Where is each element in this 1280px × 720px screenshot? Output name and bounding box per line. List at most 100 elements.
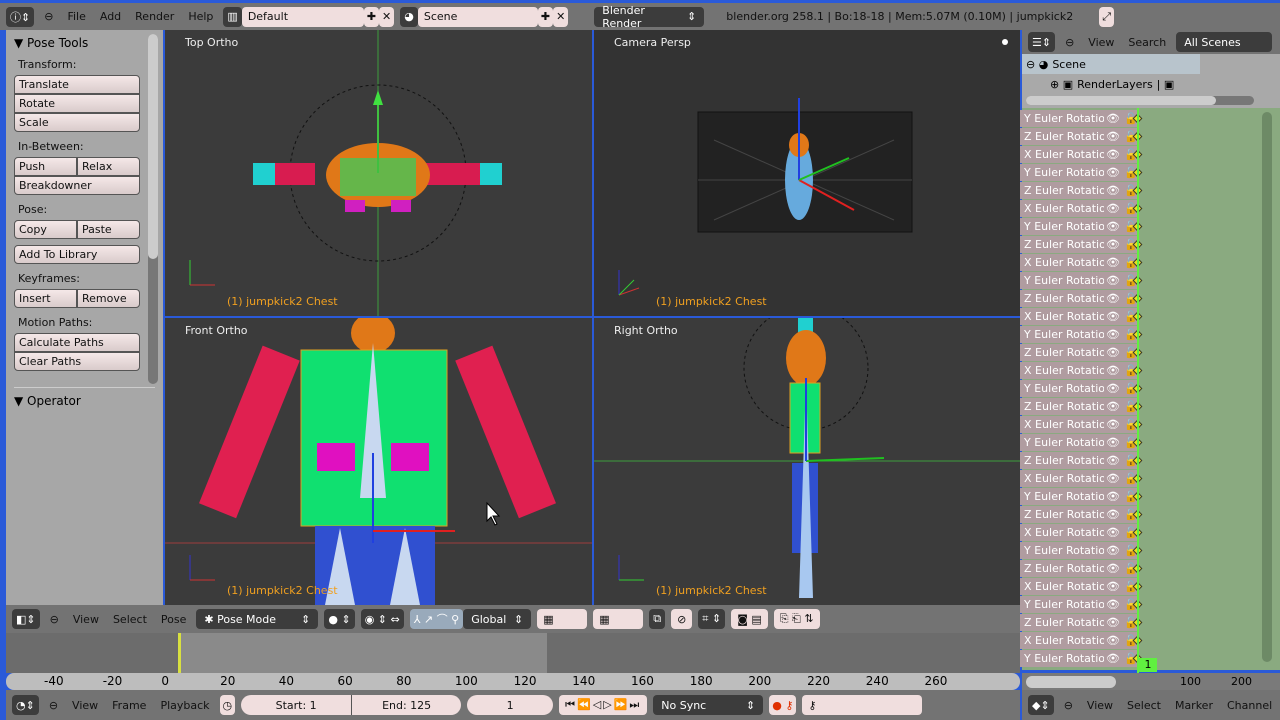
add-to-library-button[interactable]: Add To Library xyxy=(14,245,140,264)
eye-icon[interactable]: 👁 xyxy=(1106,184,1120,197)
orientation-select[interactable]: Global ⇕ xyxy=(463,609,532,629)
outliner-renderlayers-row[interactable]: ⊕ ▣ RenderLayers | ▣ xyxy=(1022,74,1280,94)
pivot-select[interactable]: ◉ ⇕ ⇔ xyxy=(360,609,404,629)
eye-icon[interactable]: 👁 xyxy=(1106,364,1120,377)
scene-icon[interactable]: ◕ xyxy=(400,6,418,27)
lock-layers-icon[interactable]: ⧉ xyxy=(649,609,666,629)
eye-icon[interactable]: 👁 xyxy=(1106,454,1120,467)
layout-icon[interactable]: ▥ xyxy=(223,6,242,27)
dopesheet-vscrollbar[interactable] xyxy=(1262,112,1272,662)
scale-button[interactable]: Scale xyxy=(14,113,140,132)
menu-render[interactable]: Render xyxy=(131,10,178,23)
eye-icon[interactable]: 👁 xyxy=(1106,634,1120,647)
fullscreen-icon[interactable]: ⤢ xyxy=(1099,6,1115,27)
viewport-front[interactable]: Front Ortho (1) jumpkick2 Chest xyxy=(165,318,592,605)
collapse-icon[interactable]: ⊖ xyxy=(1060,699,1077,712)
shading-select[interactable]: ● ⇕ xyxy=(324,609,355,629)
pose-copy-paste-icons[interactable]: ⎘ ⎗ ⇅ xyxy=(773,609,820,629)
menu-playback[interactable]: Playback xyxy=(156,699,213,712)
menu-frame[interactable]: Frame xyxy=(108,699,150,712)
menu-channel[interactable]: Channel xyxy=(1223,699,1276,712)
eye-icon[interactable]: 👁 xyxy=(1106,400,1120,413)
menu-view[interactable]: View xyxy=(69,613,103,626)
eye-icon[interactable]: 👁 xyxy=(1106,220,1120,233)
eye-icon[interactable]: 👁 xyxy=(1106,472,1120,485)
menu-pose[interactable]: Pose xyxy=(157,613,190,626)
outliner-hscrollbar[interactable] xyxy=(1026,96,1254,105)
breakdowner-button[interactable]: Breakdowner xyxy=(14,176,140,195)
channel-row[interactable]: Z Euler Rotatio 👁 🔓 xyxy=(1020,290,1138,307)
dopesheet-editor-icon[interactable]: ◆⇕ xyxy=(1028,695,1054,715)
dopesheet-current-frame-line[interactable] xyxy=(1137,108,1139,673)
channel-row[interactable]: Z Euler Rotatio 👁 🔓 xyxy=(1020,236,1138,253)
viewport-right[interactable]: Right Ortho (1) jumpkick2 Chest xyxy=(594,318,1020,605)
editor-type-icon[interactable]: ◧⇕ xyxy=(12,609,40,629)
channel-row[interactable]: Y Euler Rotatio 👁 🔓 xyxy=(1020,542,1138,559)
preview-range-icon[interactable]: ◷ xyxy=(219,695,236,715)
copy-pose-button[interactable]: Copy xyxy=(14,220,77,239)
channel-row[interactable]: Z Euler Rotatio 👁 🔓 xyxy=(1020,560,1138,577)
layout-add-icon[interactable]: ✚ xyxy=(363,6,380,27)
channel-row[interactable]: Y Euler Rotatio 👁 🔓 xyxy=(1020,596,1138,613)
menu-file[interactable]: File xyxy=(63,10,89,23)
channel-row[interactable]: Y Euler Rotatio 👁 🔓 xyxy=(1020,272,1138,289)
clear-paths-button[interactable]: Clear Paths xyxy=(14,352,140,371)
collapse-icon[interactable]: ⊖ xyxy=(45,699,62,712)
channel-row[interactable]: Y Euler Rotatio 👁 🔓 xyxy=(1020,326,1138,343)
pose-tools-header[interactable]: ▼ Pose Tools xyxy=(14,36,155,50)
remove-keyframe-button[interactable]: Remove xyxy=(77,289,140,308)
channel-row[interactable]: X Euler Rotatio 👁 🔓 xyxy=(1020,578,1138,595)
timeline-ruler[interactable]: -40 -20 0 20 40 60 80 100 120 140 160 180 200 220 240 2… xyxy=(6,673,1020,690)
menu-select[interactable]: Select xyxy=(109,613,151,626)
timeline-area[interactable] xyxy=(6,633,1020,673)
channel-row[interactable]: Z Euler Rotatio 👁 🔓 xyxy=(1020,398,1138,415)
eye-icon[interactable]: 👁 xyxy=(1106,310,1120,323)
tool-shelf-scrollbar[interactable] xyxy=(148,34,158,384)
current-frame-field[interactable]: 1 xyxy=(467,695,554,715)
outliner-editor-icon[interactable]: ☰⇕ xyxy=(1028,32,1056,52)
render-engine-select[interactable]: Blender Render ⇕ xyxy=(594,4,705,30)
eye-icon[interactable]: 👁 xyxy=(1106,256,1120,269)
channel-row[interactable]: Y Euler Rotatio 👁 🔓 xyxy=(1020,164,1138,181)
layout-field[interactable]: Default xyxy=(241,6,364,27)
dopesheet-ruler[interactable]: 100 200 xyxy=(1022,673,1280,690)
calculate-paths-button[interactable]: Calculate Paths xyxy=(14,333,140,352)
scene-field[interactable]: Scene xyxy=(417,6,538,27)
eye-icon[interactable]: 👁 xyxy=(1106,166,1120,179)
channel-row[interactable]: Y Euler Rotatio 👁 🔓 xyxy=(1020,434,1138,451)
channel-row[interactable]: Z Euler Rotatio 👁 🔓 xyxy=(1020,128,1138,145)
eye-icon[interactable]: 👁 xyxy=(1106,418,1120,431)
scene-remove-icon[interactable]: ✕ xyxy=(553,6,569,27)
eye-icon[interactable]: 👁 xyxy=(1106,292,1120,305)
operator-header[interactable]: ▼ Operator xyxy=(14,387,155,408)
paste-pose-button[interactable]: Paste xyxy=(77,220,140,239)
eye-icon[interactable]: 👁 xyxy=(1106,382,1120,395)
channel-row[interactable]: X Euler Rotatio 👁 🔓 xyxy=(1020,362,1138,379)
mode-select[interactable]: ✱ Pose Mode ⇕ xyxy=(196,609,319,629)
end-frame-field[interactable]: End: 125 xyxy=(351,695,462,715)
collapse-icon[interactable]: ⊖ xyxy=(46,613,63,626)
menu-add[interactable]: Add xyxy=(96,10,125,23)
menu-view[interactable]: View xyxy=(68,699,102,712)
eye-icon[interactable]: 👁 xyxy=(1106,562,1120,575)
channel-row[interactable]: Z Euler Rotatio 👁 🔓 xyxy=(1020,614,1138,631)
menu-help[interactable]: Help xyxy=(184,10,217,23)
current-frame-line[interactable] xyxy=(178,633,181,673)
viewport-top[interactable]: Top Ortho (1) jumpkick2 Chest xyxy=(165,30,592,316)
menu-view[interactable]: View xyxy=(1083,699,1117,712)
eye-icon[interactable]: 👁 xyxy=(1106,544,1120,557)
eye-icon[interactable]: 👁 xyxy=(1106,238,1120,251)
channel-row[interactable]: Z Euler Rotatio 👁 🔓 xyxy=(1020,506,1138,523)
info-editor-icon[interactable]: ⓘ⇕ xyxy=(6,6,35,27)
layout-remove-icon[interactable]: ✕ xyxy=(379,6,395,27)
channel-row[interactable]: Z Euler Rotatio 👁 🔓 xyxy=(1020,344,1138,361)
eye-icon[interactable]: 👁 xyxy=(1106,112,1120,125)
eye-icon[interactable]: 👁 xyxy=(1106,508,1120,521)
channel-row[interactable]: X Euler Rotatio 👁 🔓 xyxy=(1020,146,1138,163)
eye-icon[interactable]: 👁 xyxy=(1106,580,1120,593)
manipulator-icons[interactable]: ⅄ ↗ ⌒ ⚲ xyxy=(409,609,464,629)
channel-row[interactable]: X Euler Rotatio 👁 🔓 xyxy=(1020,254,1138,271)
channel-row[interactable]: X Euler Rotatio 👁 🔓 xyxy=(1020,524,1138,541)
channel-row[interactable]: X Euler Rotatio 👁 🔓 xyxy=(1020,416,1138,433)
rotate-button[interactable]: Rotate xyxy=(14,94,140,113)
